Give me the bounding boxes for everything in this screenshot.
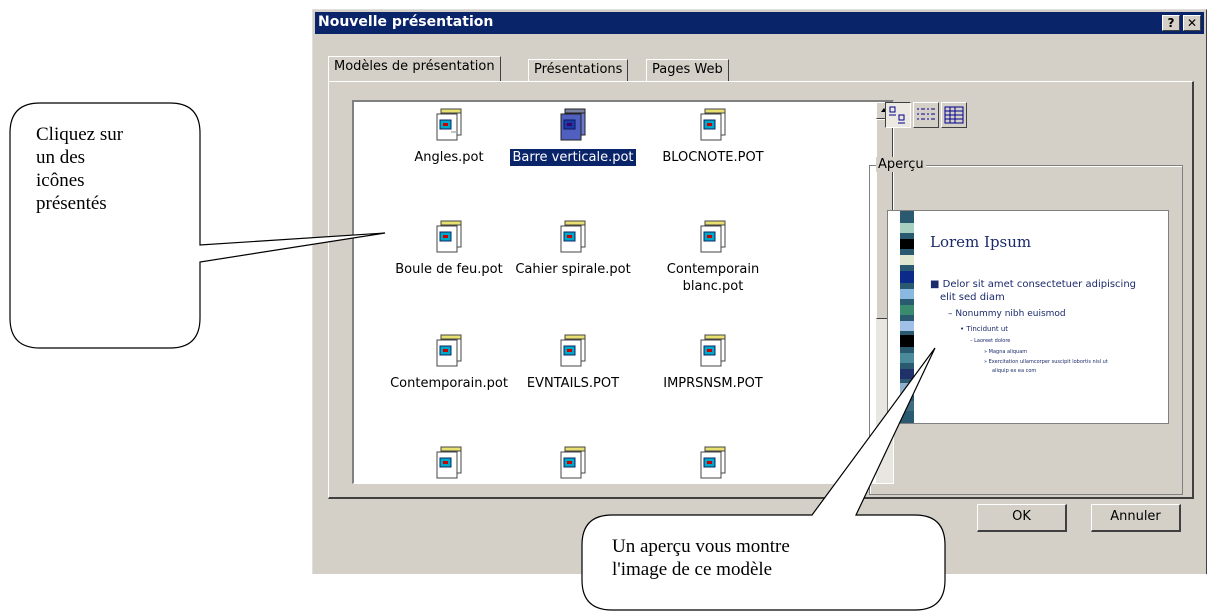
callout-shapes [9,102,946,611]
tab-design-templates[interactable]: Modèles de présentation [328,56,501,81]
bottom-callout-text: Un aperçu vous montre l'image de ce modè… [612,536,790,580]
left-callout-text: Cliquez sur un des icônes présentés [36,124,124,214]
